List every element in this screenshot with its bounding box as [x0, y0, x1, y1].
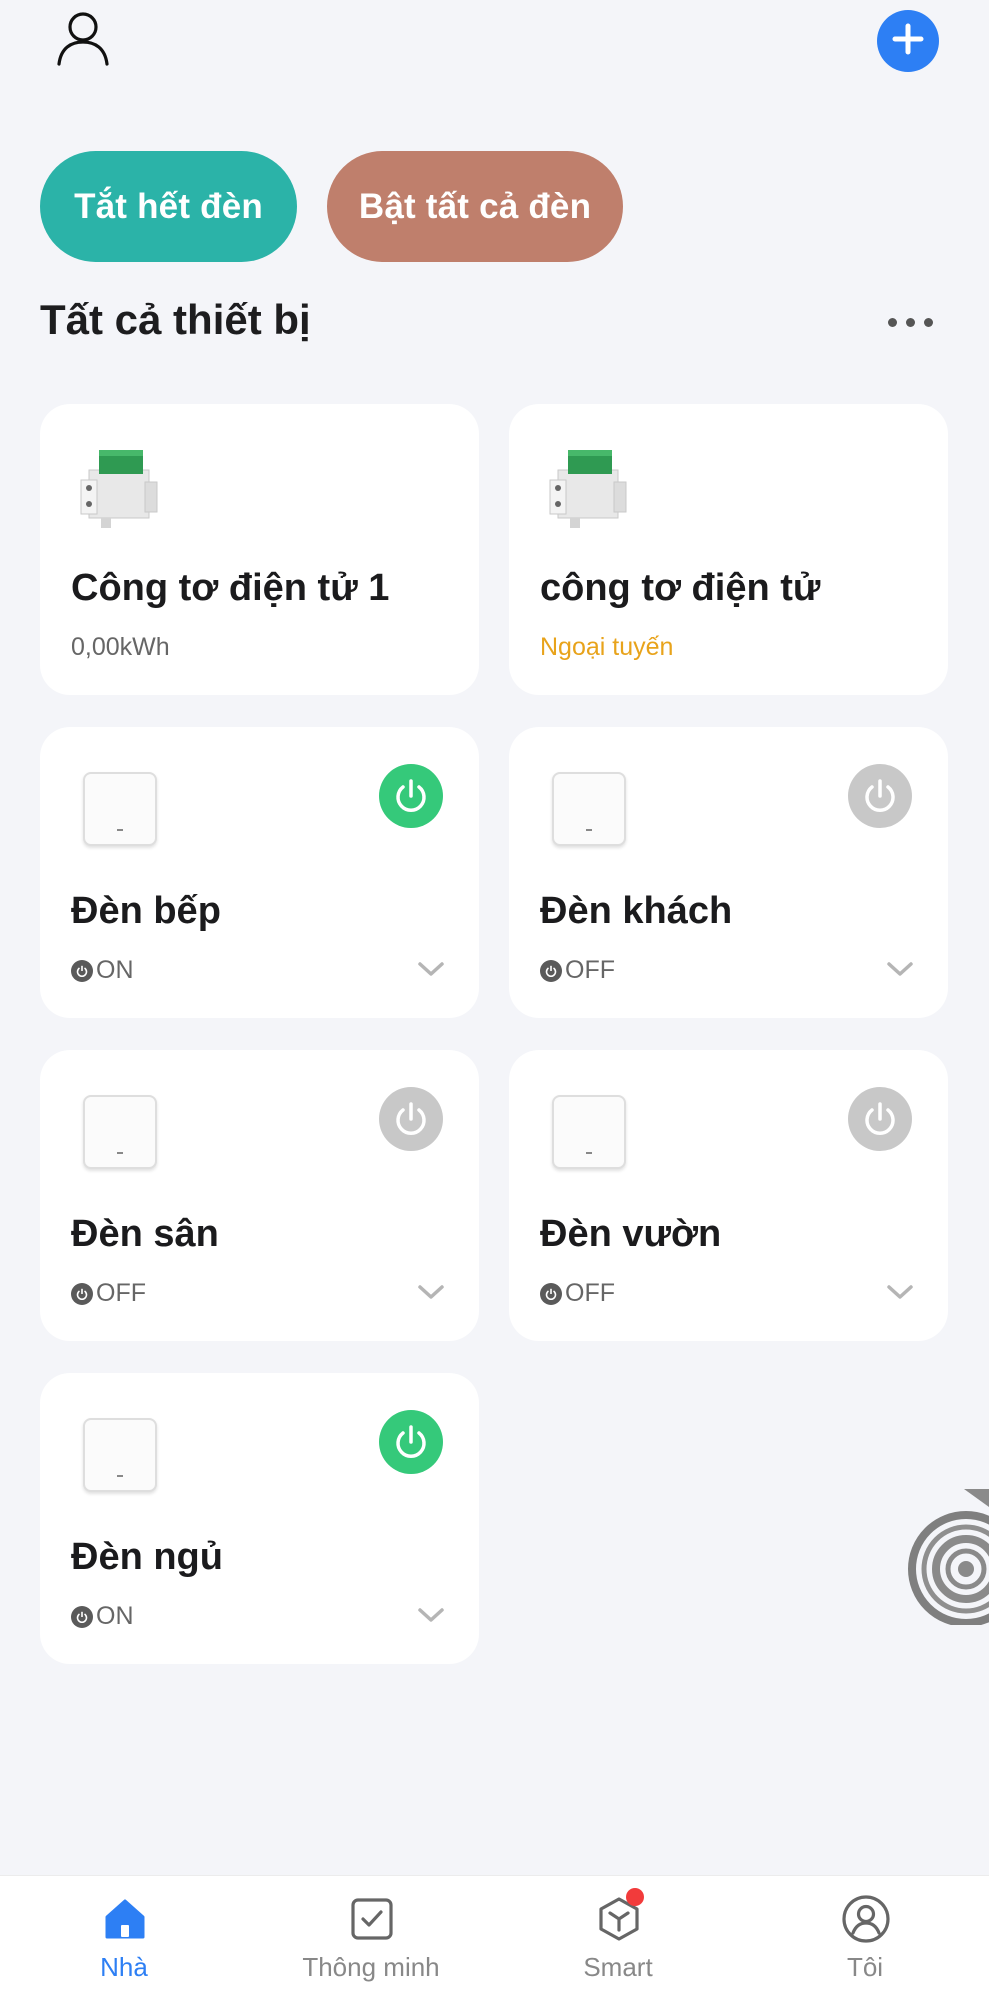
device-card-energy-meter-2[interactable]: công tơ điện tử Ngoại tuyến [509, 404, 948, 695]
nav-tab-me[interactable]: Tôi [765, 1876, 965, 2001]
device-card-energy-meter-1[interactable]: Công tơ điện tử 1 0,00kWh [40, 404, 479, 695]
status-text: OFF [96, 1279, 146, 1307]
energy-meter-icon [544, 442, 634, 532]
device-name: Đèn sân [71, 1213, 219, 1255]
power-status-icon [71, 1282, 93, 1305]
device-name: Đèn khách [540, 890, 733, 932]
chevron-down-icon [887, 962, 913, 976]
notification-badge [626, 1888, 644, 1906]
device-card-kitchen-light[interactable]: Đèn bếp ON [40, 727, 479, 1018]
more-dot [887, 317, 897, 327]
wall-switch-icon [83, 772, 157, 846]
home-icon [100, 1894, 150, 1944]
power-icon [865, 1102, 895, 1135]
expand-chevron-button[interactable] [416, 957, 446, 981]
section-title: Tất cả thiết bị [40, 296, 311, 343]
turn-on-all-lights-button[interactable]: Bật tất cả đèn [327, 151, 623, 262]
power-toggle-button[interactable] [379, 1410, 443, 1474]
power-icon [396, 779, 426, 812]
device-name: Đèn vườn [540, 1213, 722, 1255]
nav-label: Nhà [100, 1952, 148, 1982]
wall-switch-icon [83, 1418, 157, 1492]
chevron-down-icon [418, 1285, 444, 1299]
nav-label: Thông minh [302, 1952, 440, 1982]
device-status: ON [71, 1602, 134, 1631]
expand-chevron-button[interactable] [416, 1280, 446, 1304]
device-status: 0,00kWh [71, 633, 170, 661]
power-toggle-button[interactable] [379, 764, 443, 828]
nav-label: Smart [583, 1952, 653, 1982]
device-card-living-room-light[interactable]: Đèn khách OFF [509, 727, 948, 1018]
power-status-icon [540, 959, 562, 982]
floating-assist-button[interactable] [904, 1485, 989, 1627]
power-status-icon [540, 1282, 562, 1305]
nav-tab-home[interactable]: Nhà [24, 1876, 224, 2001]
power-toggle-button[interactable] [848, 1087, 912, 1151]
wall-switch-icon [83, 1095, 157, 1169]
nav-tab-smart[interactable]: Smart [518, 1876, 718, 2001]
plus-icon [891, 22, 925, 61]
status-text: OFF [565, 956, 615, 984]
power-icon [396, 1425, 426, 1458]
wall-switch-icon [552, 772, 626, 846]
expand-chevron-button[interactable] [416, 1603, 446, 1627]
power-status-icon [71, 959, 93, 982]
expand-chevron-button[interactable] [885, 1280, 915, 1304]
status-text: OFF [565, 1279, 615, 1307]
chevron-down-icon [418, 1608, 444, 1622]
energy-meter-icon [75, 442, 165, 532]
device-name: Đèn bếp [71, 890, 221, 932]
device-status: OFF [540, 1279, 615, 1308]
turn-off-all-lights-button[interactable]: Tắt hết đèn [40, 151, 297, 262]
power-toggle-button[interactable] [848, 764, 912, 828]
checkbox-icon [347, 1894, 397, 1944]
power-status-icon [71, 1605, 93, 1628]
assist-target-icon [908, 1489, 989, 1627]
device-status: OFF [540, 956, 615, 985]
expand-chevron-button[interactable] [885, 957, 915, 981]
add-device-button[interactable] [877, 10, 939, 72]
device-card-garden-light[interactable]: Đèn vườn OFF [509, 1050, 948, 1341]
device-status: OFF [71, 1279, 146, 1308]
device-card-bedroom-light[interactable]: Đèn ngủ ON [40, 1373, 479, 1664]
power-icon [865, 779, 895, 812]
power-icon [396, 1102, 426, 1135]
profile-button[interactable] [50, 8, 116, 74]
device-name: công tơ điện tử [540, 567, 821, 609]
wall-switch-icon [552, 1095, 626, 1169]
device-name: Công tơ điện tử 1 [71, 567, 390, 609]
status-text: ON [96, 956, 134, 984]
nav-tab-smart-scenes[interactable]: Thông minh [271, 1876, 471, 2001]
more-options-button[interactable] [880, 300, 940, 344]
user-icon [55, 10, 111, 73]
chevron-down-icon [418, 962, 444, 976]
more-dot [905, 317, 915, 327]
nav-label: Tôi [846, 1952, 884, 1982]
power-toggle-button[interactable] [379, 1087, 443, 1151]
more-dot [923, 317, 933, 327]
device-status: ON [71, 956, 134, 985]
user-circle-icon [841, 1894, 891, 1944]
chevron-down-icon [887, 1285, 913, 1299]
device-status-offline: Ngoại tuyến [540, 633, 674, 661]
bottom-navigation-bar: Nhà Thông minh Smart Tôi [0, 1875, 989, 2001]
device-card-yard-light[interactable]: Đèn sân OFF [40, 1050, 479, 1341]
device-name: Đèn ngủ [71, 1536, 223, 1578]
status-text: ON [96, 1602, 134, 1630]
